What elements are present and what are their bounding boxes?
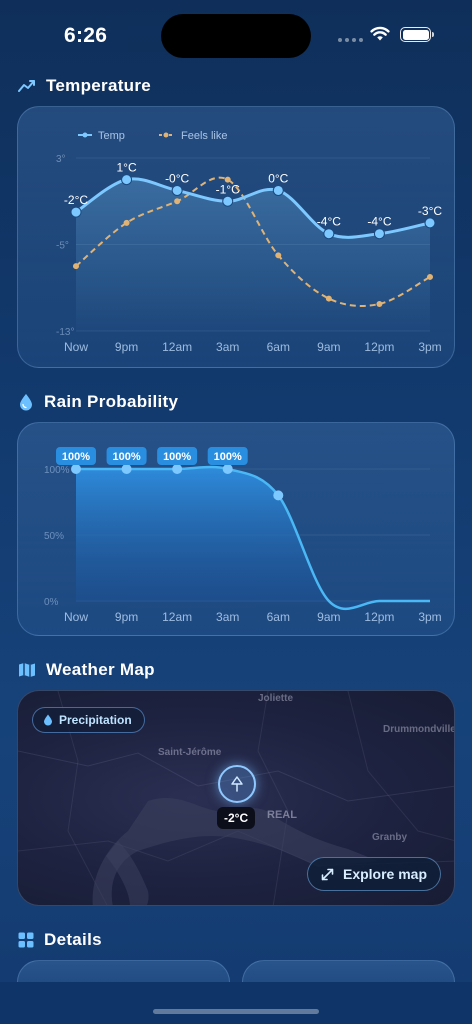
feels-like-point: [275, 252, 282, 259]
bottom-fade: [0, 982, 472, 1024]
rain-chart: 100% 50% 0% 100% 100% 100% 100% Now 9pm 12am 3am 6a…: [44, 447, 442, 624]
map-place-1: Joliette: [258, 693, 294, 704]
x-tick-label: 12am: [162, 340, 192, 354]
temp-area: [76, 178, 430, 331]
x-tick-label: 9am: [317, 610, 340, 624]
weather-map[interactable]: Joliette Drummondville Saint-Jérôme REAL…: [17, 690, 455, 906]
rain-header: Rain Probability: [18, 392, 178, 412]
temp-point: [424, 217, 436, 229]
temp-point: [373, 228, 385, 240]
x-tick-label: 6am: [267, 610, 290, 624]
map-pin-temperature: -2°C: [217, 807, 256, 829]
expand-arrows-icon: [321, 868, 334, 880]
y-tick-label: -13°: [56, 327, 74, 338]
feels-like-point: [123, 219, 130, 226]
feels-like-point: [427, 273, 433, 280]
temperature-card[interactable]: 3° -5° -13° Temp Feels like -2°C 1°C -0°C -1°C 0°…: [17, 106, 455, 368]
rain-badge-label: 100%: [214, 451, 242, 463]
grid-icon: [18, 932, 34, 948]
temp-point: [272, 184, 284, 196]
explore-map-label: Explore map: [342, 866, 428, 882]
rain-point: [222, 464, 233, 474]
status-time: 6:26: [64, 24, 108, 47]
legend-feels-label: Feels like: [181, 130, 227, 142]
rain-badge-label: 100%: [113, 451, 141, 463]
map-icon: [19, 663, 35, 677]
details-title: Details: [44, 930, 102, 949]
explore-map-button[interactable]: Explore map: [307, 857, 441, 891]
temp-value-label: 0°C: [268, 171, 288, 185]
x-tick-label: 12am: [162, 610, 192, 624]
rain-point: [121, 464, 132, 474]
y-tick-label: 50%: [44, 531, 64, 542]
rain-point: [273, 490, 284, 501]
map-place-4: REAL: [267, 809, 297, 821]
x-tick-label: 3am: [216, 610, 239, 624]
temp-value-label: -3°C: [418, 204, 442, 218]
rain-title: Rain Probability: [44, 392, 179, 411]
x-tick-label: 3pm: [418, 340, 441, 354]
temp-point: [171, 184, 183, 196]
y-tick-label: 100%: [44, 465, 70, 476]
x-tick-label: Now: [64, 340, 88, 354]
x-tick-label: 9am: [317, 340, 340, 354]
map-header: Weather Map: [18, 660, 155, 680]
x-tick-label: Now: [64, 610, 88, 624]
temp-point: [222, 195, 234, 207]
temperature-title: Temperature: [46, 76, 152, 95]
x-tick-label: 6am: [267, 340, 290, 354]
battery-icon: [400, 27, 434, 42]
precipitation-chip-label: Precipitation: [59, 713, 132, 727]
trend-line-icon: [18, 80, 35, 92]
map-place-5: Granby: [372, 832, 408, 843]
cellular-signal-icon: [338, 38, 363, 42]
x-tick-label: 9pm: [115, 340, 138, 354]
x-tick-label: 9pm: [115, 610, 138, 624]
y-tick-label: 3°: [56, 154, 66, 165]
legend-temp-dot: [82, 132, 88, 138]
legend-feels-dot: [163, 132, 169, 138]
temp-value-label: -4°C: [367, 215, 391, 229]
water-drop-icon: [44, 714, 52, 726]
map-place-2: Drummondville: [383, 724, 455, 735]
temp-point: [323, 228, 335, 240]
feels-like-point: [376, 300, 383, 307]
feels-like-point: [73, 263, 79, 270]
rain-point: [71, 464, 81, 474]
x-tick-label: 3pm: [418, 610, 441, 624]
precipitation-layer-chip[interactable]: Precipitation: [32, 707, 145, 733]
temp-value-label: -0°C: [165, 171, 189, 185]
rain-point: [172, 464, 183, 474]
map-place-3: Saint-Jérôme: [158, 747, 222, 758]
temp-point: [121, 174, 133, 186]
legend-temp-label: Temp: [98, 130, 125, 142]
temp-value-label: -1°C: [216, 182, 240, 196]
status-bar: 6:26: [0, 0, 472, 70]
x-tick-label: 12pm: [364, 340, 394, 354]
temp-value-label: 1°C: [117, 161, 137, 175]
wifi-icon: [370, 26, 390, 41]
y-tick-label: -5°: [56, 241, 69, 252]
rain-area: [76, 467, 430, 609]
temp-value-label: -4°C: [317, 215, 341, 229]
rain-badge-label: 100%: [62, 451, 90, 463]
rain-badge-label: 100%: [163, 451, 191, 463]
feels-like-point: [325, 295, 332, 302]
temp-value-label: -2°C: [64, 193, 88, 207]
x-tick-label: 12pm: [364, 610, 394, 624]
temp-point: [70, 206, 82, 218]
water-drop-icon: [20, 394, 32, 411]
x-tick-label: 3am: [216, 340, 239, 354]
feels-like-point: [174, 198, 181, 205]
details-header: Details: [18, 930, 102, 950]
home-indicator[interactable]: [153, 1009, 319, 1014]
umbrella-icon: [231, 776, 243, 792]
y-tick-label: 0%: [44, 597, 59, 608]
dynamic-island: [161, 14, 311, 58]
location-pin[interactable]: [218, 765, 256, 803]
rain-card[interactable]: 100% 50% 0% 100% 100% 100% 100% Now 9pm 12am 3am 6a…: [17, 422, 455, 636]
temperature-header: Temperature: [18, 76, 151, 96]
temperature-chart: 3° -5° -13° Temp Feels like -2°C 1°C -0°C -1°C 0°…: [56, 130, 442, 354]
map-title: Weather Map: [46, 660, 155, 679]
